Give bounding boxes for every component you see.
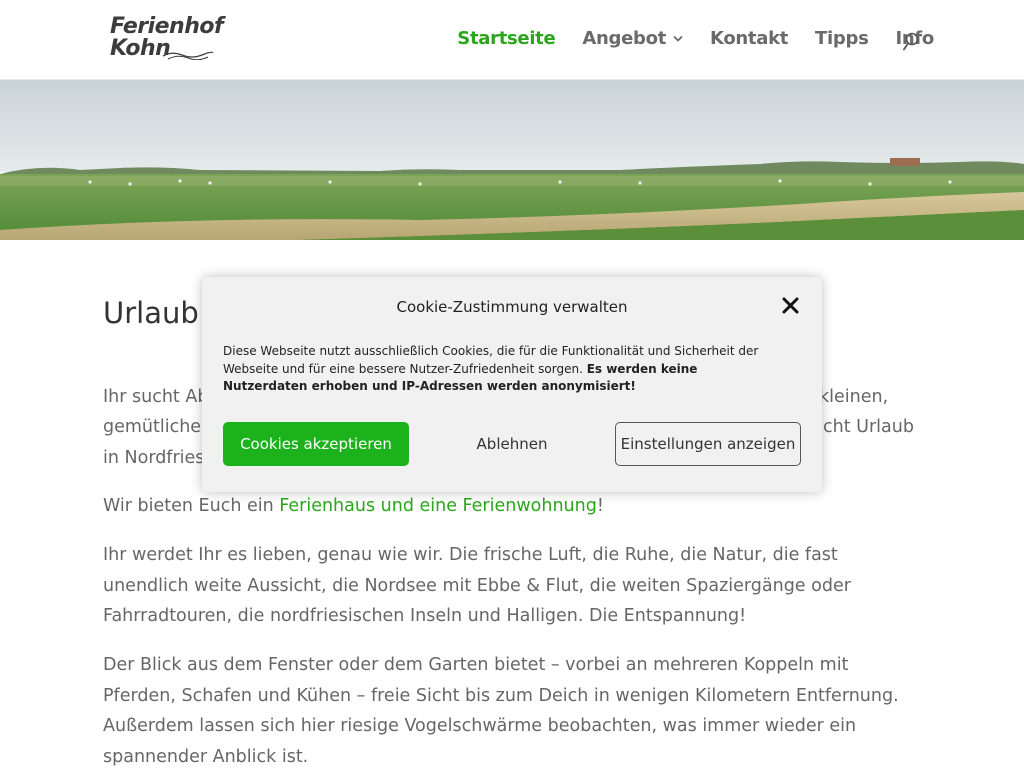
- site-header: Ferienhof Kohn Startseite Angebot Kontak…: [0, 0, 1024, 80]
- nav-item-startseite[interactable]: Startseite: [457, 28, 555, 49]
- close-icon[interactable]: [782, 297, 799, 314]
- search-icon[interactable]: [902, 32, 920, 52]
- cookie-dialog-text: Diese Webseite nutzt ausschließlich Cook…: [223, 343, 783, 396]
- intro-fragment-4: cht Urlaub: [823, 417, 914, 437]
- intro-fragment-3: gemütlicher: [103, 417, 209, 437]
- cookie-consent-dialog: Cookie-Zustimmung verwalten Diese Websei…: [202, 277, 822, 492]
- intro-fragment-1: Ihr sucht Ab: [103, 387, 209, 407]
- view-paragraph: Der Blick aus dem Fenster oder dem Garte…: [103, 655, 899, 767]
- chevron-down-icon: [673, 35, 683, 42]
- intro-fragment-5: in Nordfriesl: [103, 448, 210, 468]
- offer-paragraph: Wir bieten Euch ein Ferienhaus und eine …: [103, 491, 918, 522]
- site-logo[interactable]: Ferienhof Kohn: [110, 14, 224, 62]
- offer-text-end: !: [596, 496, 604, 516]
- main-navigation: Startseite Angebot Kontakt Tipps Info: [430, 28, 934, 49]
- description-paragraph: Ihr werdet Ihr es lieben, genau wie wir.…: [103, 545, 851, 626]
- hero-landscape-image: [0, 80, 1024, 240]
- nav-item-kontakt[interactable]: Kontakt: [710, 28, 788, 49]
- offer-text: Wir bieten Euch ein: [103, 496, 280, 516]
- nav-item-angebot[interactable]: Angebot: [582, 28, 683, 49]
- nav-item-tipps[interactable]: Tipps: [815, 28, 869, 49]
- show-settings-button[interactable]: Einstellungen anzeigen: [615, 422, 801, 466]
- logo-wave-icon: [162, 51, 214, 60]
- ferienhaus-link[interactable]: Ferienhaus und eine Ferienwohnung: [279, 496, 597, 516]
- page-title: Urlaub: [103, 296, 199, 330]
- nav-item-angebot-label: Angebot: [582, 28, 666, 49]
- deny-cookies-button[interactable]: Ablehnen: [432, 422, 592, 466]
- accept-cookies-button[interactable]: Cookies akzeptieren: [223, 422, 409, 466]
- intro-fragment-2: kleinen,: [819, 387, 889, 407]
- cookie-dialog-title: Cookie-Zustimmung verwalten: [396, 298, 628, 316]
